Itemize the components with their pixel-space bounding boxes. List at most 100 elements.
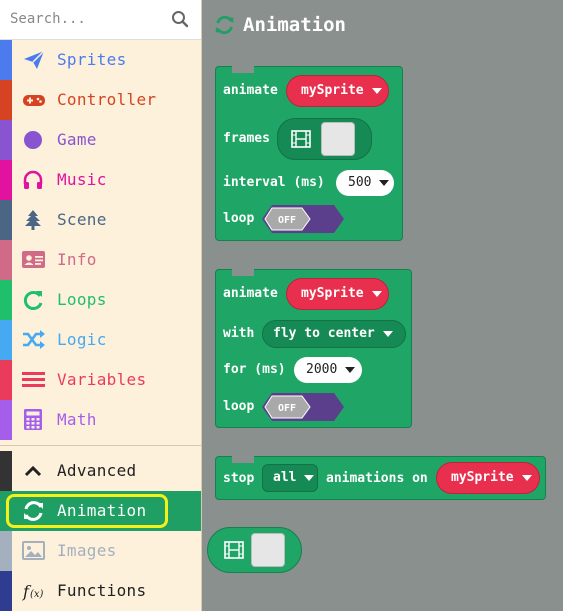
id-card-icon: [22, 251, 45, 268]
refresh-icon: [23, 291, 43, 310]
sidebar-item-images[interactable]: Images: [0, 531, 201, 571]
interval-label: interval (ms): [223, 175, 325, 190]
sidebar-item-label: Variables: [57, 370, 147, 389]
sidebar-item-label: Scene: [57, 210, 107, 229]
block-notch: [232, 269, 254, 276]
category-color-bar: [0, 120, 12, 160]
category-color-bar: [0, 280, 12, 320]
stop-label: stop: [223, 471, 255, 486]
sidebar-item-controller[interactable]: Controller: [0, 80, 201, 120]
chevron-down-icon: [371, 87, 382, 94]
list-icon: [22, 372, 45, 387]
chevron-down-icon: [382, 330, 393, 337]
animation-type-dropdown[interactable]: all: [262, 464, 318, 492]
sidebar-item-scene[interactable]: Scene: [0, 200, 201, 240]
search-input[interactable]: [10, 7, 165, 31]
chevron-down-icon: [345, 366, 356, 373]
sidebar-item-functions[interactable]: f (x) Functions: [0, 571, 201, 611]
path-dropdown[interactable]: fly to center: [262, 320, 406, 348]
sidebar-item-label: Images: [57, 541, 117, 560]
sidebar-item-advanced[interactable]: Advanced: [0, 451, 201, 491]
category-color-bar: [0, 80, 12, 120]
chevron-up-icon: [24, 465, 42, 477]
shuffle-icon: [23, 330, 45, 349]
path-value: fly to center: [273, 326, 375, 341]
sidebar-item-label: Math: [57, 410, 97, 429]
animations-on-label: animations on: [326, 471, 428, 486]
frames-reporter-block[interactable]: [207, 527, 302, 573]
interval-dropdown[interactable]: 500: [336, 170, 394, 196]
with-label: with: [223, 326, 255, 341]
film-icon: [291, 130, 311, 148]
category-color-bar: [0, 240, 12, 280]
calculator-icon: [24, 409, 42, 430]
tree-icon: [25, 210, 41, 230]
frames-input[interactable]: [277, 118, 372, 160]
category-color-bar: [0, 531, 12, 571]
chevron-down-icon: [521, 474, 532, 481]
sprite-value: mySprite: [451, 470, 514, 485]
category-color-bar: [0, 360, 12, 400]
animate-label: animate: [223, 83, 278, 98]
frames-label: frames: [223, 131, 270, 146]
sidebar-item-sprites[interactable]: Sprites: [0, 40, 201, 80]
stop-animations-block[interactable]: stop all animations on mySprite: [215, 456, 546, 500]
category-color-bar: [0, 400, 12, 440]
loop-toggle[interactable]: OFF: [262, 205, 344, 233]
animation-type-value: all: [273, 470, 297, 485]
category-color-bar: [0, 200, 12, 240]
sidebar-divider: [0, 445, 201, 446]
block-notch: [232, 456, 254, 463]
interval-value: 500: [348, 175, 372, 190]
animate-frames-block[interactable]: animate mySprite frames interval (ms) 50…: [215, 66, 403, 241]
sidebar-item-label: Loops: [57, 290, 107, 309]
sidebar-item-logic[interactable]: Logic: [0, 320, 201, 360]
chevron-down-icon: [371, 290, 382, 297]
image-icon: [22, 541, 45, 560]
sidebar-item-label: Functions: [57, 581, 147, 600]
sidebar-item-math[interactable]: Math: [0, 400, 201, 440]
sidebar-item-loops[interactable]: Loops: [0, 280, 201, 320]
paper-plane-icon: [24, 50, 45, 69]
function-icon: f (x): [22, 582, 44, 601]
sidebar-item-game[interactable]: Game: [0, 120, 201, 160]
chevron-down-icon: [379, 179, 390, 186]
loop-label: loop: [223, 399, 255, 414]
loop-label: loop: [223, 211, 255, 226]
sidebar-item-label: Controller: [57, 90, 157, 109]
animate-path-block[interactable]: animate mySprite with fly to center for …: [215, 269, 412, 428]
sprite-dropdown[interactable]: mySprite: [286, 75, 389, 107]
gamepad-icon: [23, 95, 45, 106]
category-color-bar: [0, 160, 12, 200]
loop-toggle[interactable]: OFF: [262, 393, 344, 421]
search-bar: [0, 0, 201, 40]
film-icon: [224, 541, 244, 559]
toolbox-sidebar: Sprites Controller Game Music: [0, 0, 202, 611]
sidebar-item-label: Sprites: [57, 50, 127, 69]
sidebar-item-label: Advanced: [57, 461, 137, 480]
search-icon[interactable]: [171, 10, 189, 28]
sidebar-item-info[interactable]: Info: [0, 240, 201, 280]
sidebar-item-music[interactable]: Music: [0, 160, 201, 200]
sidebar-item-label: Game: [57, 130, 97, 149]
sidebar-item-label: Music: [57, 170, 107, 189]
circle-icon: [24, 131, 42, 149]
category-color-bar: [0, 571, 12, 611]
frame-image-slot[interactable]: [251, 533, 285, 567]
for-label: for (ms): [223, 362, 286, 377]
chevron-down-icon: [304, 474, 315, 481]
sidebar-item-variables[interactable]: Variables: [0, 360, 201, 400]
refresh-icon: [215, 15, 234, 35]
duration-value: 2000: [306, 362, 338, 377]
svg-text:(x): (x): [30, 589, 44, 600]
loop-value: OFF: [278, 215, 296, 226]
sprite-dropdown[interactable]: mySprite: [436, 462, 540, 494]
frame-image-slot[interactable]: [321, 122, 355, 156]
block-notch: [232, 66, 254, 73]
duration-dropdown[interactable]: 2000: [294, 357, 362, 383]
sprite-value: mySprite: [301, 83, 364, 98]
sprite-dropdown[interactable]: mySprite: [286, 278, 389, 310]
loop-value: OFF: [278, 403, 296, 414]
headphones-icon: [23, 170, 43, 189]
category-color-bar: [0, 40, 12, 80]
